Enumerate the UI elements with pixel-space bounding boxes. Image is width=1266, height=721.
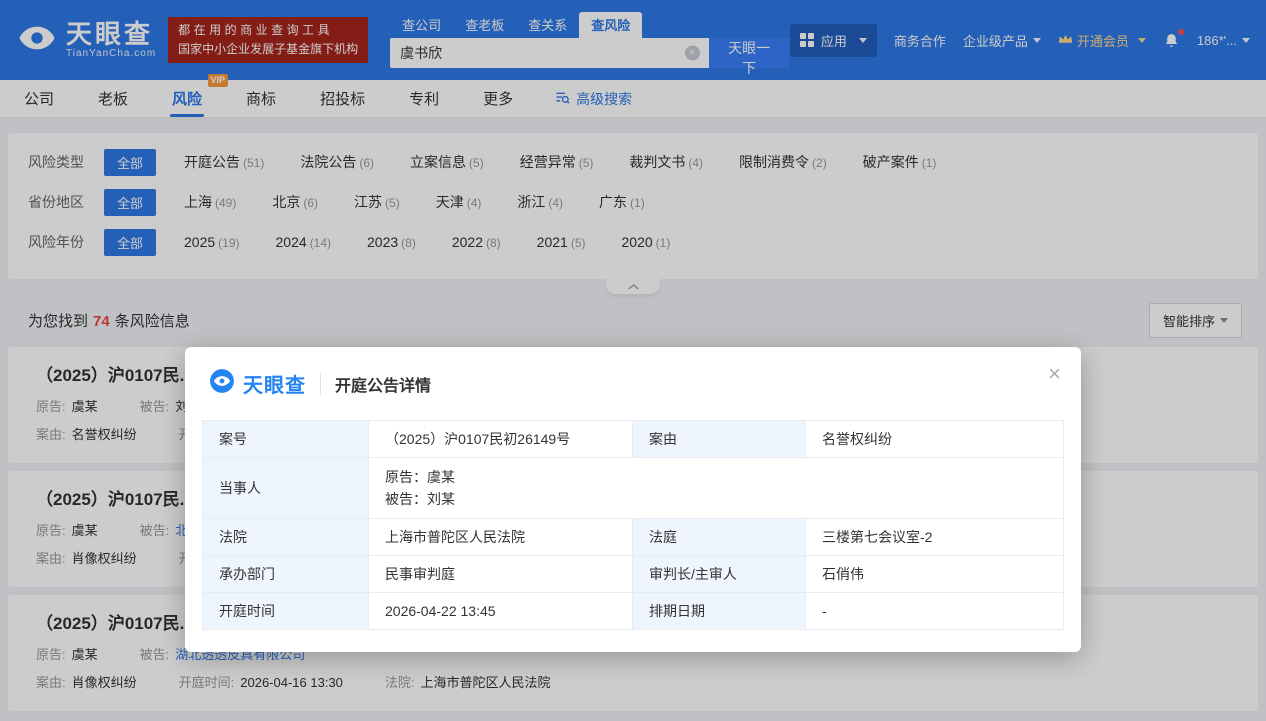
case-detail-table: 案号 （2025）沪0107民初26149号 案由 名誉权纠纷 当事人 原告：虞…: [202, 420, 1064, 630]
detail-value-cell: 三楼第七会议室-2: [806, 519, 1064, 556]
modal-title: 开庭公告详情: [335, 372, 431, 396]
table-row: 开庭时间 2026-04-22 13:45 排期日期 -: [203, 593, 1064, 630]
detail-label-cell: 当事人: [203, 458, 369, 519]
detail-label-cell: 法庭: [633, 519, 806, 556]
detail-label-cell: 审判长/主审人: [633, 556, 806, 593]
court-announcement-modal: 天眼查 开庭公告详情 × 案号 （2025）沪0107民初26149号 案由 名…: [185, 347, 1081, 652]
detail-value-cell: -: [806, 593, 1064, 630]
table-row: 承办部门 民事审判庭 审判长/主审人 石俏伟: [203, 556, 1064, 593]
detail-label-cell: 开庭时间: [203, 593, 369, 630]
detail-value-cell: 民事审判庭: [369, 556, 633, 593]
detail-value-cell: 2026-04-22 13:45: [369, 593, 633, 630]
detail-value-cell: 名誉权纠纷: [806, 421, 1064, 458]
detail-value-cell: 上海市普陀区人民法院: [369, 519, 633, 556]
table-row: 当事人 原告：虞某 被告：刘某: [203, 458, 1064, 519]
modal-body: 案号 （2025）沪0107民初26149号 案由 名誉权纠纷 当事人 原告：虞…: [185, 420, 1081, 630]
modal-brand: 天眼查: [243, 369, 306, 398]
table-row: 案号 （2025）沪0107民初26149号 案由 名誉权纠纷: [203, 421, 1064, 458]
defendant-line: 被告：刘某: [385, 488, 1047, 510]
detail-label-cell: 案由: [633, 421, 806, 458]
detail-label-cell: 排期日期: [633, 593, 806, 630]
detail-value-cell: 原告：虞某 被告：刘某: [369, 458, 1064, 519]
detail-value-cell: （2025）沪0107民初26149号: [369, 421, 633, 458]
close-icon[interactable]: ×: [1048, 363, 1061, 385]
detail-label-cell: 案号: [203, 421, 369, 458]
table-row: 法院 上海市普陀区人民法院 法庭 三楼第七会议室-2: [203, 519, 1064, 556]
plaintiff-line: 原告：虞某: [385, 466, 1047, 488]
modal-header: 天眼查 开庭公告详情 ×: [185, 347, 1081, 420]
tianyancha-eye-icon: [209, 368, 235, 399]
divider: [320, 373, 321, 395]
detail-label-cell: 法院: [203, 519, 369, 556]
detail-value-cell: 石俏伟: [806, 556, 1064, 593]
detail-label-cell: 承办部门: [203, 556, 369, 593]
